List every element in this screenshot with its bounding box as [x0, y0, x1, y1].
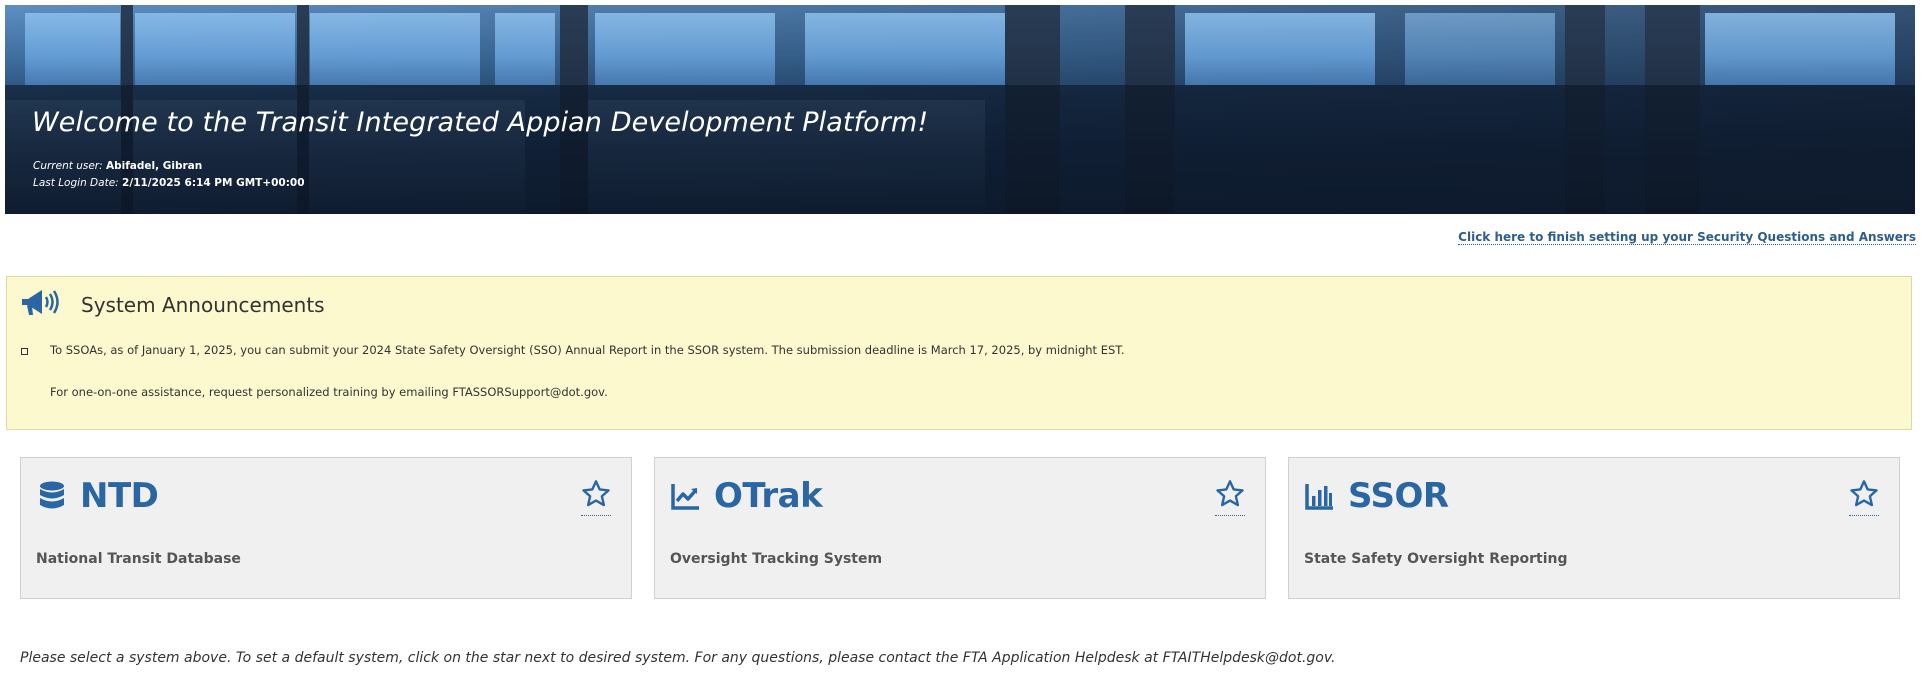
system-description: National Transit Database [36, 551, 241, 567]
star-icon [1850, 480, 1878, 507]
current-user-line: Current user: Abifadel, Gibran [33, 160, 202, 172]
system-announcements-panel: System Announcements To SSOAs, as of Jan… [6, 276, 1912, 430]
star-icon [582, 480, 610, 507]
system-card-ntd[interactable]: NTD National Transit Database [20, 457, 632, 599]
line-chart-icon [671, 484, 699, 510]
star-icon [1216, 480, 1244, 507]
help-text: Please select a system above. To set a d… [20, 650, 1336, 666]
system-name: SSOR [1348, 476, 1449, 516]
announcement-item: For one-on-one assistance, request perso… [50, 385, 608, 399]
security-questions-link[interactable]: Click here to finish setting up your Sec… [1458, 230, 1916, 245]
megaphone-icon [22, 290, 59, 315]
favorite-star-button[interactable] [1847, 478, 1881, 516]
system-card-ssor[interactable]: SSOR State Safety Oversight Reporting [1288, 457, 1900, 599]
welcome-banner: Welcome to the Transit Integrated Appian… [5, 5, 1915, 214]
system-name: NTD [80, 476, 159, 516]
bullet-marker [21, 348, 28, 355]
last-login-value: 2/11/2025 6:14 PM GMT+00:00 [122, 177, 305, 189]
system-name: OTrak [714, 476, 823, 516]
banner-overlay [5, 85, 1915, 214]
last-login-line: Last Login Date: 2/11/2025 6:14 PM GMT+0… [33, 177, 305, 189]
system-description: State Safety Oversight Reporting [1304, 551, 1568, 567]
current-user-value: Abifadel, Gibran [105, 160, 203, 172]
announcements-title: System Announcements [81, 293, 325, 317]
favorite-star-button[interactable] [579, 478, 613, 516]
system-description: Oversight Tracking System [670, 551, 883, 567]
database-icon [40, 481, 64, 509]
bar-chart-icon [1305, 484, 1333, 510]
favorite-star-button[interactable] [1213, 478, 1247, 516]
current-user-label: Current user: [33, 160, 103, 172]
page-title: Welcome to the Transit Integrated Appian… [32, 107, 929, 138]
system-card-otrak[interactable]: OTrak Oversight Tracking System [654, 457, 1266, 599]
last-login-label: Last Login Date: [33, 177, 119, 189]
announcement-item: To SSOAs, as of January 1, 2025, you can… [50, 343, 1125, 357]
